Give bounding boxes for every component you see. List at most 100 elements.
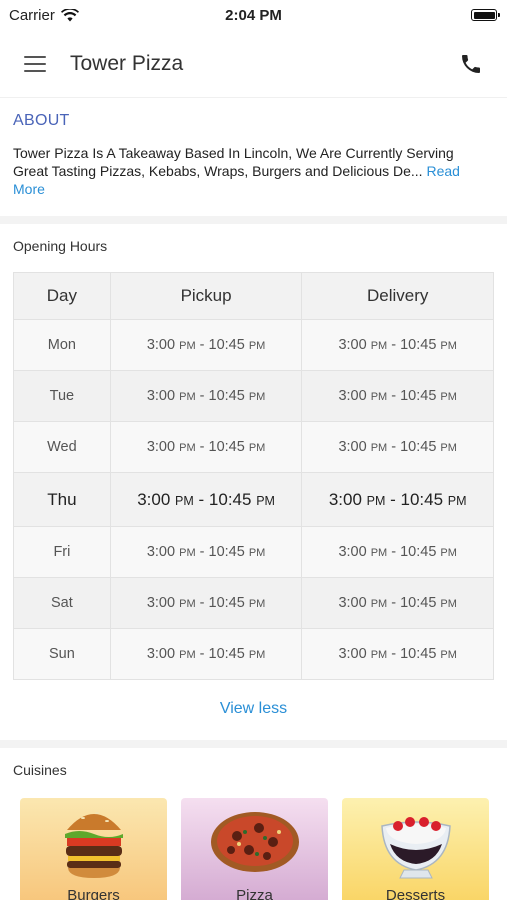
phone-icon[interactable] xyxy=(459,52,483,76)
cuisine-card-burgers[interactable]: Burgers xyxy=(20,798,167,900)
delivery-from-ampm: PM xyxy=(370,391,388,403)
delivery-from: 3:00 xyxy=(338,544,367,560)
day-cell: Fri xyxy=(13,526,111,578)
opening-hours-label: Opening Hours xyxy=(13,238,108,254)
pickup-from: 3:00 xyxy=(146,439,176,455)
pickup-to: 10:45 xyxy=(208,646,245,662)
pickup-from-ampm: PM xyxy=(179,340,196,352)
menu-icon[interactable] xyxy=(24,55,46,72)
header-day: Day xyxy=(13,272,111,320)
day-label: Fri xyxy=(53,544,71,560)
pickup-to-ampm: PM xyxy=(248,649,266,661)
about-line-1: Tower Pizza Is A Takeaway Based In Linco… xyxy=(13,145,454,161)
delivery-to: 10:45 xyxy=(400,439,437,455)
about-title: ABOUT xyxy=(13,112,70,129)
delivery-from-ampm: PM xyxy=(370,547,388,559)
delivery-cell: 3:00 PM - 10:45 PM xyxy=(301,526,494,578)
pickup-from-ampm: PM xyxy=(179,547,196,559)
delivery-from: 3:00 xyxy=(338,388,367,404)
about-line-2-text: Great Tasting Pizzas, Kebabs, Wraps, Bur… xyxy=(13,163,423,179)
day-label: Tue xyxy=(49,388,75,404)
pickup-to: 10:45 xyxy=(208,439,245,455)
day-cell: Wed xyxy=(13,421,111,473)
delivery-cell: 3:00 PM - 10:45 PM xyxy=(301,577,494,629)
wifi-icon xyxy=(60,8,79,21)
delivery-from-ampm: PM xyxy=(370,442,388,454)
battery-icon xyxy=(471,9,500,21)
status-left: Carrier xyxy=(9,7,79,24)
pickup-to-ampm: PM xyxy=(248,442,266,454)
header-delivery: Delivery xyxy=(301,272,494,320)
delivery-to-ampm: PM xyxy=(440,649,457,661)
day-label: Sun xyxy=(48,646,75,662)
burger-icon xyxy=(64,812,123,878)
carrier-label: Carrier xyxy=(9,6,55,24)
cuisine-label-pizza: Pizza xyxy=(236,887,273,900)
delivery-from: 3:00 xyxy=(338,439,367,455)
delivery-to-ampm: PM xyxy=(440,598,457,610)
delivery-from-ampm: PM xyxy=(370,649,388,661)
delivery-cell: 3:00 PM - 10:45 PM xyxy=(301,421,494,473)
delivery-from: 3:00 xyxy=(328,489,362,509)
pickup-from: 3:00 xyxy=(146,388,176,404)
pickup-from: 3:00 xyxy=(146,595,176,611)
delivery-from-ampm: PM xyxy=(370,598,388,610)
delivery-to: 10:45 xyxy=(400,337,437,353)
table-row: Wed 3:00 PM - 10:45 PM 3:00 PM - 10:45 PM xyxy=(13,421,494,473)
delivery-to-ampm: PM xyxy=(440,391,457,403)
time-separator: - xyxy=(385,489,401,509)
about-section: ABOUT Tower Pizza Is A Takeaway Based In… xyxy=(0,98,507,216)
delivery-from: 3:00 xyxy=(338,646,367,662)
pickup-to-ampm: PM xyxy=(248,340,266,352)
pickup-cell: 3:00 PM - 10:45 PM xyxy=(109,421,303,473)
day-label: Mon xyxy=(47,337,76,353)
time-separator: - xyxy=(195,646,209,662)
time-separator: - xyxy=(387,544,401,560)
delivery-to-ampm: PM xyxy=(440,442,457,454)
time-separator: - xyxy=(387,337,401,353)
pickup-from: 3:00 xyxy=(146,646,176,662)
delivery-cell: 3:00 PM - 10:45 PM xyxy=(301,370,494,422)
day-label: Thu xyxy=(47,489,77,509)
view-less-link[interactable]: View less xyxy=(13,700,494,718)
day-cell: Thu xyxy=(13,472,111,527)
pickup-to-ampm: PM xyxy=(256,493,275,508)
opening-hours-table: Day Pickup Delivery Mon 3:00 PM - 10:45 P… xyxy=(13,272,494,680)
pickup-to: 10:45 xyxy=(208,337,245,353)
table-row: Tue 3:00 PM - 10:45 PM 3:00 PM - 10:45 PM xyxy=(13,370,494,422)
delivery-to: 10:45 xyxy=(400,388,437,404)
pickup-cell: 3:00 PM - 10:45 PM xyxy=(109,628,303,680)
delivery-to-ampm: PM xyxy=(440,340,457,352)
pickup-from-ampm: PM xyxy=(179,598,196,610)
day-cell: Tue xyxy=(13,370,111,422)
time-separator: - xyxy=(387,439,401,455)
pickup-cell: 3:00 PM - 10:45 PM xyxy=(109,370,303,422)
delivery-to-ampm: PM xyxy=(447,493,467,508)
time-separator: - xyxy=(195,439,209,455)
cuisine-card-pizza[interactable]: Pizza xyxy=(181,798,328,900)
cuisine-card-desserts[interactable]: Desserts xyxy=(342,798,489,900)
status-bar: Carrier 2:04 PM xyxy=(0,0,507,30)
day-label: Sat xyxy=(51,595,73,611)
time-separator: - xyxy=(193,489,209,509)
pickup-cell: 3:00 PM - 10:45 PM xyxy=(109,472,303,527)
about-line-2: Great Tasting Pizzas, Kebabs, Wraps, Bur… xyxy=(13,162,494,198)
pickup-cell: 3:00 PM - 10:45 PM xyxy=(109,577,303,629)
pickup-to: 10:45 xyxy=(208,595,245,611)
section-divider xyxy=(0,740,507,748)
pickup-to: 10:45 xyxy=(208,489,252,509)
table-row: Fri 3:00 PM - 10:45 PM 3:00 PM - 10:45 PM xyxy=(13,526,494,578)
table-header-row: Day Pickup Delivery xyxy=(13,272,494,320)
pickup-to-ampm: PM xyxy=(248,598,266,610)
table-row: Mon 3:00 PM - 10:45 PM 3:00 PM - 10:45 PM xyxy=(13,319,494,371)
pickup-from: 3:00 xyxy=(146,544,176,560)
day-cell: Sat xyxy=(13,577,111,629)
time-separator: - xyxy=(195,595,209,611)
cuisine-cards: Burgers Pizza Desserts xyxy=(13,798,494,900)
pickup-cell: 3:00 PM - 10:45 PM xyxy=(109,526,303,578)
page-title: Tower Pizza xyxy=(70,51,184,75)
section-divider xyxy=(0,216,507,224)
pickup-from-ampm: PM xyxy=(179,391,196,403)
cuisine-label-burgers: Burgers xyxy=(67,887,120,900)
opening-hours-section: Opening Hours Day Pickup Delivery Mon 3:0… xyxy=(0,224,507,718)
